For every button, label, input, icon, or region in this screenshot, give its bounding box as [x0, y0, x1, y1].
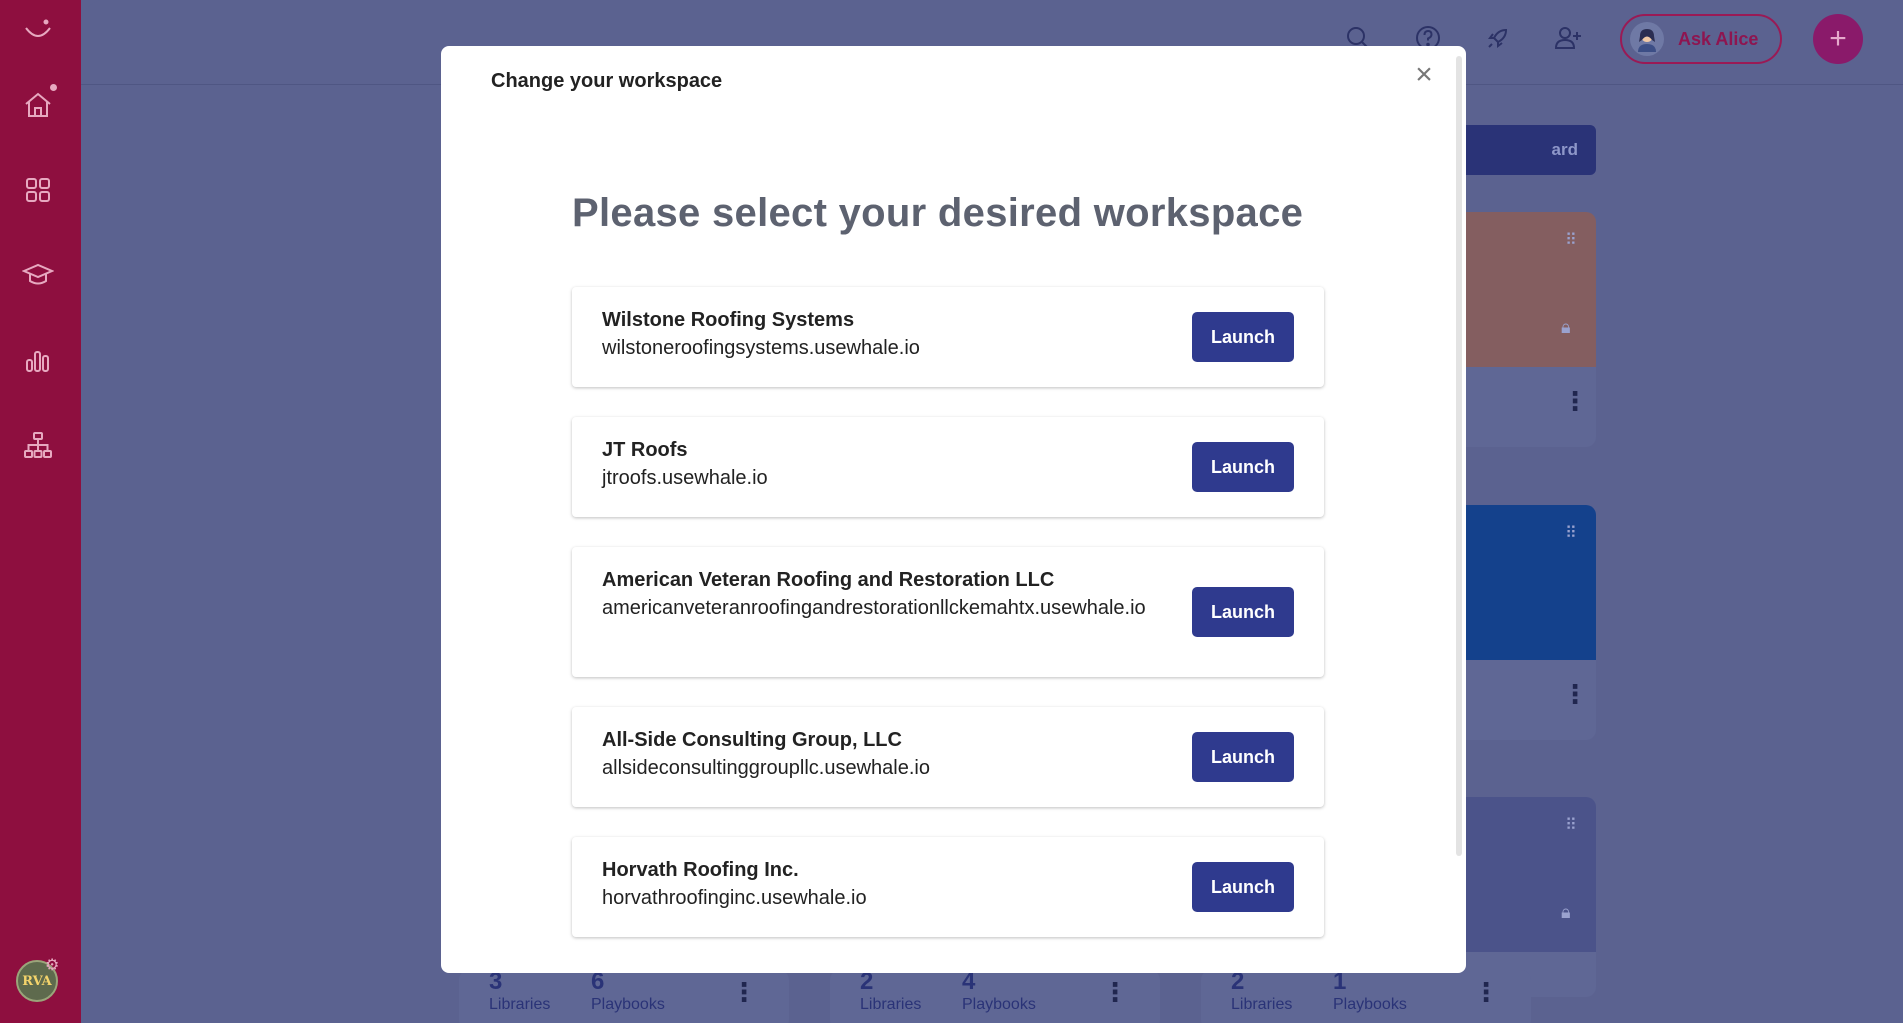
launch-button[interactable]: Launch	[1192, 732, 1294, 782]
workspace-name: American Veteran Roofing and Restoration…	[602, 569, 1055, 591]
launch-button[interactable]: Launch	[1192, 312, 1294, 362]
workspace-card: JT Roofs jtroofs.usewhale.io Launch	[572, 417, 1324, 517]
rocket-icon[interactable]	[1480, 20, 1516, 56]
playbooks-stat: 1 Playbooks	[1333, 968, 1407, 1013]
more-icon: ⋮	[1473, 979, 1499, 1005]
org-chart-icon[interactable]	[18, 425, 58, 465]
sidebar: RVA ⚙	[0, 0, 81, 1023]
more-icon: ⋮	[1562, 386, 1588, 416]
add-user-icon[interactable]	[1550, 20, 1586, 56]
workspace-domain: jtroofs.usewhale.io	[602, 467, 768, 489]
more-icon: ⋮	[1102, 979, 1128, 1005]
more-icon: ⋮	[731, 979, 757, 1005]
workspace-list: Wilstone Roofing Systems wilstoneroofing…	[572, 287, 1324, 967]
more-icon: ⋮	[1562, 679, 1588, 709]
libraries-stat: 2 Libraries	[1231, 968, 1293, 1013]
workspace-card: American Veteran Roofing and Restoration…	[572, 547, 1324, 677]
libraries-stat: 2 Libraries	[860, 968, 922, 1013]
lock-icon: 🔒︎	[1561, 902, 1571, 922]
drag-handle-icon: ⠿	[1565, 817, 1578, 834]
launch-button[interactable]: Launch	[1192, 862, 1294, 912]
ask-alice-button[interactable]: Ask Alice	[1620, 14, 1782, 64]
launch-button[interactable]: Launch	[1192, 442, 1294, 492]
workspace-name: JT Roofs	[602, 439, 688, 461]
logo-icon[interactable]	[18, 10, 58, 50]
grid-icon[interactable]	[18, 170, 58, 210]
alice-avatar-icon	[1630, 22, 1664, 56]
workspace-name: Horvath Roofing Inc.	[602, 859, 799, 881]
gear-icon[interactable]: ⚙	[45, 955, 59, 975]
playbooks-stat: 6 Playbooks	[591, 968, 665, 1013]
workspace-card: All-Side Consulting Group, LLC allsideco…	[572, 707, 1324, 807]
launch-button[interactable]: Launch	[1192, 587, 1294, 637]
modal-scrollbar[interactable]	[1456, 56, 1462, 856]
playbooks-stat: 4 Playbooks	[962, 968, 1036, 1013]
home-icon[interactable]	[18, 85, 58, 125]
workspace-card: Wilstone Roofing Systems wilstoneroofing…	[572, 287, 1324, 387]
libraries-stat: 3 Libraries	[489, 968, 551, 1013]
close-icon[interactable]: ×	[1409, 60, 1439, 90]
workspace-domain: allsideconsultinggroupllc.usewhale.io	[602, 757, 930, 779]
lock-icon: 🔒︎	[1561, 317, 1571, 337]
bar-chart-icon[interactable]	[18, 340, 58, 380]
page-title: Please select your desired workspace	[572, 191, 1304, 235]
change-workspace-modal: Change your workspace × Please select yo…	[441, 46, 1466, 973]
workspace-name: Wilstone Roofing Systems	[602, 309, 855, 331]
notification-dot	[50, 84, 57, 91]
workspace-card: Horvath Roofing Inc. horvathroofinginc.u…	[572, 837, 1324, 937]
workspace-domain: horvathroofinginc.usewhale.io	[602, 887, 867, 909]
plus-icon[interactable]: +	[1813, 14, 1863, 64]
workspace-name: All-Side Consulting Group, LLC	[602, 729, 902, 751]
ask-alice-label: Ask Alice	[1678, 28, 1759, 49]
drag-handle-icon: ⠿	[1565, 525, 1578, 542]
workspace-domain: americanveteranroofingandrestorationllck…	[602, 597, 1146, 619]
workspace-domain: wilstoneroofingsystems.usewhale.io	[602, 337, 920, 359]
graduation-cap-icon[interactable]	[18, 255, 58, 295]
modal-title: Change your workspace	[491, 70, 723, 92]
drag-handle-icon: ⠿	[1565, 232, 1578, 249]
